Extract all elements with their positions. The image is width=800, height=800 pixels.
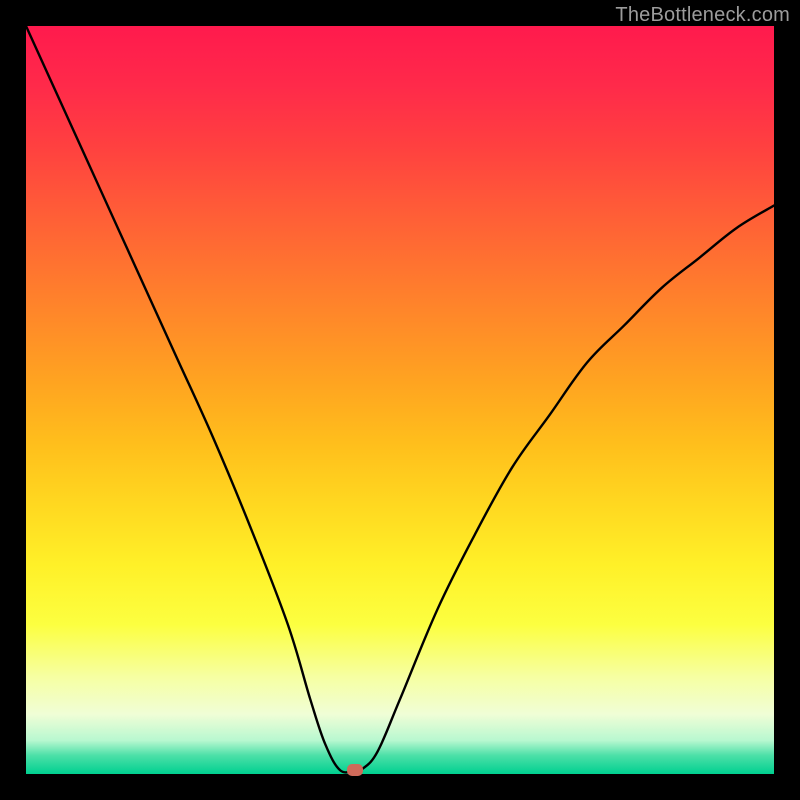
chart-frame: TheBottleneck.com	[0, 0, 800, 800]
curve-svg	[26, 26, 774, 774]
watermark-text: TheBottleneck.com	[615, 4, 790, 27]
bottleneck-curve	[26, 26, 774, 772]
plot-area	[26, 26, 774, 774]
optimum-marker	[347, 764, 363, 776]
